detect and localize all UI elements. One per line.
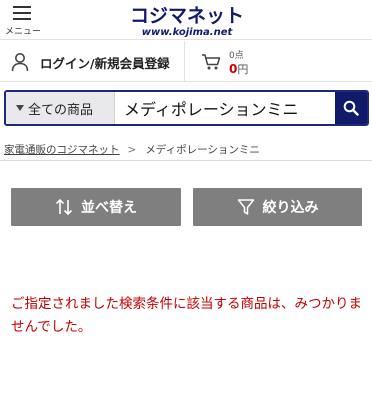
cart-total-unit: 円 — [237, 63, 249, 76]
logo-sub-text: www.kojima.net — [142, 27, 234, 38]
search-input[interactable] — [116, 92, 337, 124]
sort-label: 並べ替え — [81, 200, 137, 216]
no-results-message: ご指定されました検索条件に該当する商品は、みつかりませんでした。 — [11, 296, 362, 335]
breadcrumb: 家電通販のコジマネット > メディポレーションミニ — [4, 142, 260, 157]
search-icon — [343, 100, 359, 116]
search-bar: 全ての商品 — [4, 90, 369, 126]
menu-label: メニュー — [4, 27, 41, 37]
search-button[interactable] — [335, 92, 367, 124]
cart-link[interactable]: 0点 0円 — [198, 45, 318, 77]
site-header: メニュー コジマネット www.kojima.net — [0, 0, 372, 40]
login-register-label: ログイン/新規会員登録 — [40, 55, 170, 71]
login-register-link[interactable]: ログイン/新規会員登録 — [10, 49, 170, 75]
hamburger-icon — [13, 6, 31, 20]
caret-down-icon — [16, 105, 24, 111]
logo-main-text: コジマネット — [130, 5, 244, 27]
account-bar: ログイン/新規会員登録 0点 0円 — [0, 41, 372, 82]
breadcrumb-separator: > — [127, 143, 137, 156]
filter-button[interactable]: 絞り込み — [193, 188, 362, 226]
breadcrumb-current: メディポレーションミニ — [145, 144, 260, 156]
sort-arrows-icon — [55, 198, 73, 216]
filter-label: 絞り込み — [262, 200, 319, 216]
sort-button[interactable]: 並べ替え — [11, 188, 181, 226]
breadcrumb-divider — [0, 160, 372, 161]
logo-graphic: コジマネット www.kojima.net — [130, 5, 244, 38]
kojima-logo[interactable]: コジマネット www.kojima.net — [128, 2, 246, 38]
account-divider — [184, 41, 185, 81]
breadcrumb-home-link[interactable]: 家電通販のコジマネット — [4, 142, 120, 157]
filter-funnel-icon — [237, 199, 254, 215]
cart-icon — [202, 54, 221, 70]
cart-item-count: 0点 — [229, 51, 244, 61]
search-category-select[interactable]: 全ての商品 — [6, 92, 115, 124]
user-icon — [11, 53, 29, 72]
cart-total: 0円 — [229, 61, 248, 77]
menu-button[interactable]: メニュー — [4, 3, 42, 37]
search-category-label: 全ての商品 — [28, 102, 94, 118]
